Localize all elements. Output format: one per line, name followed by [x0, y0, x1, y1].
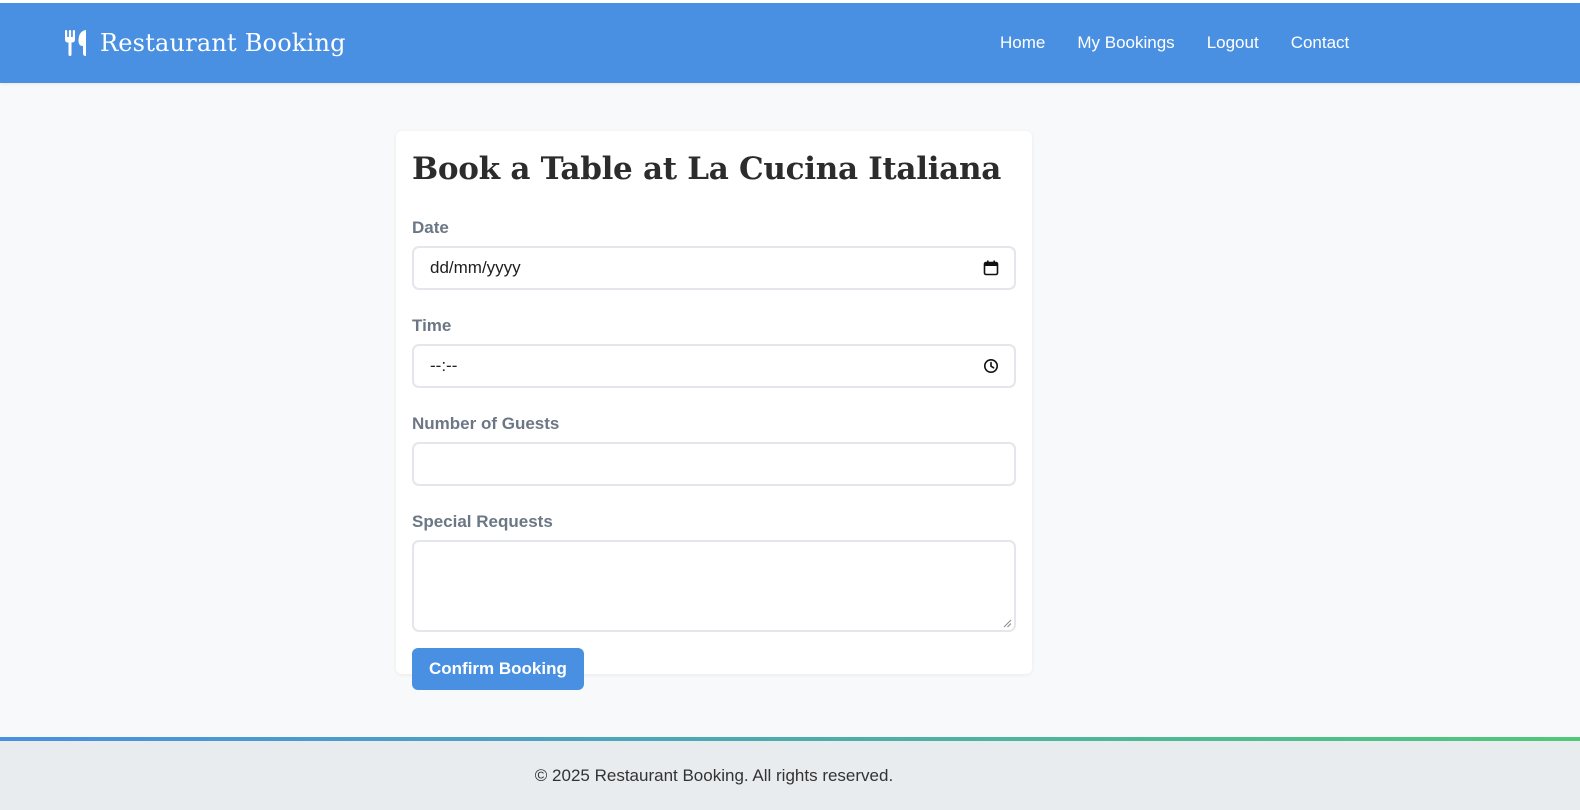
- utensils-icon: [65, 30, 86, 56]
- clock-icon[interactable]: [983, 358, 999, 374]
- date-field[interactable]: dd/mm/yyyy: [412, 246, 1016, 290]
- requests-label: Special Requests: [412, 512, 553, 531]
- nav-contact[interactable]: Contact: [1291, 33, 1350, 53]
- guests-label: Number of Guests: [412, 414, 560, 433]
- nav-logout[interactable]: Logout: [1207, 33, 1259, 53]
- resize-handle-icon[interactable]: [1002, 618, 1012, 628]
- copyright-text: © 2025 Restaurant Booking. All rights re…: [534, 765, 894, 785]
- guests-input[interactable]: [412, 442, 1016, 486]
- main-nav: Home My Bookings Logout Contact: [1000, 3, 1349, 83]
- nav-home[interactable]: Home: [1000, 33, 1045, 53]
- date-value: dd/mm/yyyy: [430, 258, 521, 277]
- navbar: Restaurant Booking Home My Bookings Logo…: [0, 3, 1580, 83]
- brand[interactable]: Restaurant Booking: [64, 3, 346, 83]
- calendar-icon[interactable]: [983, 260, 999, 276]
- time-value: --:--: [430, 356, 458, 375]
- brand-name: Restaurant Booking: [100, 29, 346, 57]
- date-label: Date: [412, 218, 449, 237]
- footer: © 2025 Restaurant Booking. All rights re…: [0, 741, 1580, 810]
- nav-my-bookings[interactable]: My Bookings: [1077, 33, 1174, 53]
- confirm-booking-button[interactable]: Confirm Booking: [412, 648, 584, 690]
- page-title: Book a Table at La Cucina Italiana: [412, 151, 1001, 187]
- time-label: Time: [412, 316, 452, 335]
- special-requests-textarea[interactable]: [412, 540, 1016, 632]
- time-field[interactable]: --:--: [412, 344, 1016, 388]
- booking-card: Book a Table at La Cucina Italiana Date …: [396, 131, 1032, 690]
